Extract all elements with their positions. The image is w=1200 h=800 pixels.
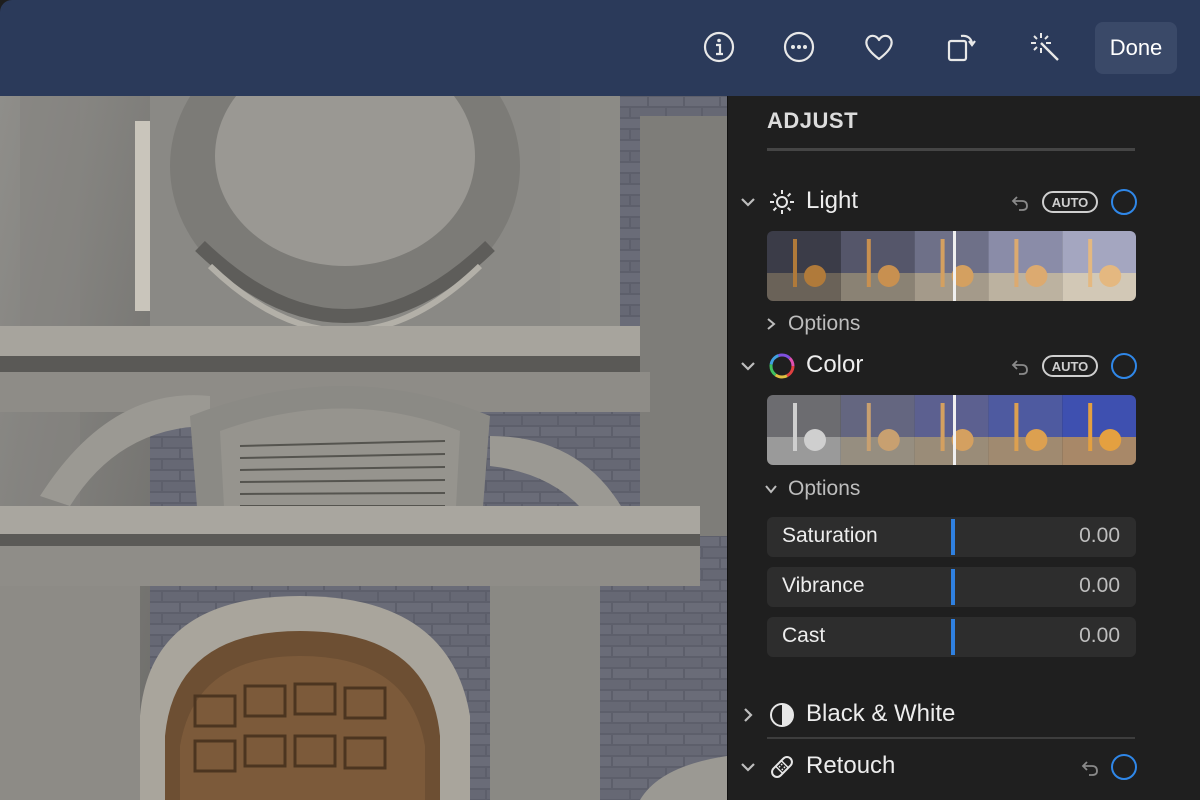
light-preview-strip[interactable] [767, 231, 1136, 301]
rotate-icon [947, 34, 976, 62]
slider-value: 0.00 [1079, 524, 1120, 547]
color-auto-button[interactable]: AUTO [1042, 355, 1098, 377]
slider-label: Cast [782, 624, 826, 647]
retouch-enable-toggle[interactable] [1111, 754, 1137, 780]
bandage-icon [771, 756, 793, 778]
thumbnail-frame [767, 231, 841, 301]
chevron-right-icon[interactable] [740, 705, 756, 725]
chevron-down-icon[interactable] [740, 192, 756, 212]
slider-value: 0.00 [1079, 574, 1120, 597]
more-button[interactable] [779, 27, 819, 67]
chevron-down-icon[interactable] [740, 356, 756, 376]
color-wheel-icon [769, 353, 795, 379]
photo-canvas[interactable] [0, 96, 727, 800]
slider-label: Vibrance [782, 574, 865, 597]
color-enable-toggle[interactable] [1111, 353, 1137, 379]
color-preview-strip[interactable] [767, 395, 1136, 465]
slider-marker[interactable] [951, 519, 955, 555]
thumbnail-frame [914, 395, 989, 465]
section-retouch-label: Retouch [806, 752, 896, 779]
church-facade-photo [0, 96, 727, 800]
strip-marker[interactable] [953, 395, 956, 465]
title-divider [767, 148, 1135, 151]
chevron-right-icon [767, 318, 776, 331]
thumbnail-frame [1062, 231, 1136, 301]
done-button[interactable]: Done [1095, 22, 1177, 74]
chevron-down-icon [765, 485, 777, 495]
undo-icon[interactable] [1080, 757, 1100, 777]
rotate-button[interactable] [940, 27, 980, 67]
panel-title: ADJUST [767, 108, 859, 133]
section-bw-header[interactable]: Black & White [728, 697, 1200, 733]
section-bw-label: Black & White [806, 700, 956, 727]
ellipsis-icon [783, 31, 815, 63]
undo-icon[interactable] [1010, 356, 1030, 376]
sun-icon [770, 190, 794, 214]
light-auto-button[interactable]: AUTO [1042, 191, 1098, 213]
section-light-label: Light [806, 187, 859, 214]
strip-marker[interactable] [953, 231, 956, 301]
section-color-label: Color [806, 351, 864, 378]
section-light-header[interactable]: Light AUTO [728, 184, 1200, 220]
enhance-button[interactable] [1026, 27, 1066, 67]
magic-wand-icon [1031, 33, 1059, 61]
vibrance-slider[interactable]: Vibrance 0.00 [767, 567, 1136, 607]
thumbnail-frame [988, 231, 1063, 301]
light-enable-toggle[interactable] [1111, 189, 1137, 215]
slider-label: Saturation [782, 524, 878, 547]
light-options-toggle[interactable]: Options [764, 312, 860, 338]
heart-icon [865, 34, 893, 61]
slider-marker[interactable] [951, 569, 955, 605]
light-options-label: Options [788, 312, 861, 335]
chevron-down-icon[interactable] [740, 757, 756, 777]
thumbnail-frame [1062, 395, 1136, 465]
thumbnail-frame [840, 395, 915, 465]
half-circle-icon [770, 703, 794, 727]
light-thumbnails [767, 231, 1136, 301]
slider-value: 0.00 [1079, 624, 1120, 647]
cast-slider[interactable]: Cast 0.00 [767, 617, 1136, 657]
undo-icon[interactable] [1010, 192, 1030, 212]
color-options-label: Options [788, 477, 861, 500]
favorite-button[interactable] [859, 27, 899, 67]
adjust-panel: ADJUST Light AUTO Options Color AUTO Opt… [727, 96, 1200, 800]
color-thumbnails [767, 395, 1136, 465]
thumbnail-frame [767, 395, 841, 465]
thumbnail-frame [914, 231, 989, 301]
saturation-slider[interactable]: Saturation 0.00 [767, 517, 1136, 557]
info-button[interactable] [699, 27, 739, 67]
color-options-toggle[interactable]: Options [764, 477, 860, 503]
slider-marker[interactable] [951, 619, 955, 655]
thumbnail-frame [840, 231, 915, 301]
section-color-header[interactable]: Color AUTO [728, 348, 1200, 384]
thumbnail-frame [988, 395, 1063, 465]
top-toolbar: Done [0, 0, 1200, 96]
section-retouch-header[interactable]: Retouch [728, 749, 1200, 785]
section-divider [767, 737, 1135, 739]
info-icon [703, 31, 735, 63]
